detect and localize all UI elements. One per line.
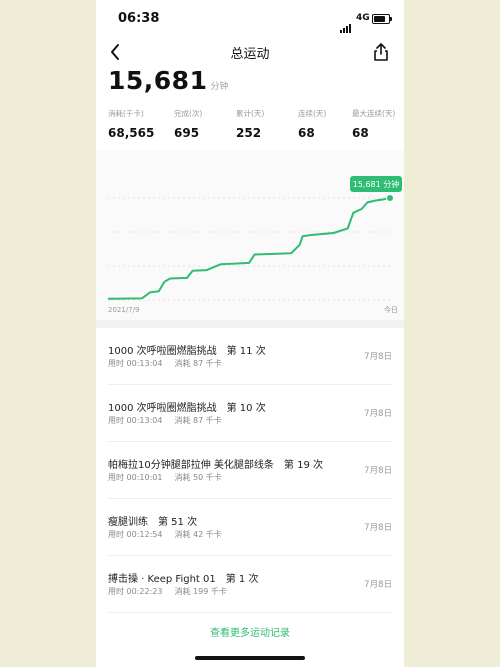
stat-label: 完成(次): [174, 109, 203, 118]
share-icon[interactable]: [370, 40, 392, 64]
phone-screen: 06:38 4G 总运动 15,681 分钟 消耗(千卡) 68,565 完成(次…: [96, 0, 404, 667]
record-duration: 用时 00:12:54: [108, 530, 163, 539]
stat-value: 252: [236, 126, 262, 140]
record-item[interactable]: 1000 次呼啦圈燃脂挑战 第 11 次 用时 00:13:04 消耗 87 千卡…: [108, 328, 392, 385]
stat-label: 消耗(千卡): [108, 109, 144, 118]
stat-label: 累计(天): [236, 109, 265, 118]
record-title: 帕梅拉10分钟腿部拉伸 美化腿部线条 第 19 次: [108, 460, 323, 471]
total-minutes: 15,681 分钟: [108, 66, 229, 95]
record-date: 7月8日: [364, 409, 392, 419]
stat-max-streak: 最大连续(天) 68: [352, 108, 395, 140]
home-indicator: [195, 656, 305, 660]
chart-svg: 15,681 分钟 2021/7/9 今日: [107, 176, 402, 314]
stat-label: 连续(天): [298, 109, 327, 118]
record-calories: 消耗 50 千卡: [174, 473, 222, 482]
record-calories: 消耗 42 千卡: [174, 530, 222, 539]
record-title: 1000 次呼啦圈燃脂挑战 第 10 次: [108, 403, 266, 414]
stat-label: 最大连续(天): [352, 109, 396, 118]
record-title: 搏击操 · Keep Fight 01 第 1 次: [108, 574, 259, 585]
stat-value: 695: [174, 126, 200, 140]
chart-end-point: [386, 194, 394, 202]
record-duration: 用时 00:13:04: [108, 416, 163, 425]
view-more-link[interactable]: 查看更多运动记录: [96, 624, 404, 639]
record-item[interactable]: 瘦腿训练 第 51 次 用时 00:12:54 消耗 42 千卡 7月8日: [108, 499, 392, 556]
status-time: 06:38: [118, 11, 160, 26]
record-title: 1000 次呼啦圈燃脂挑战 第 11 次: [108, 346, 266, 357]
record-calories: 消耗 87 千卡: [174, 416, 222, 425]
stats-row: 消耗(千卡) 68,565 完成(次) 695 累计(天) 252 连续(天) …: [108, 108, 398, 144]
stat-calories: 消耗(千卡) 68,565: [108, 108, 154, 140]
total-value: 15,681: [108, 66, 208, 95]
page-title: 总运动: [230, 47, 270, 62]
chart-tooltip: 15,681 分钟: [350, 176, 402, 192]
stat-streak: 连续(天) 68: [298, 108, 326, 140]
record-duration: 用时 00:13:04: [108, 359, 163, 368]
record-meta: 用时 00:12:54 消耗 42 千卡: [108, 529, 234, 540]
chart-x-label-start: 2021/7/9: [108, 306, 139, 314]
record-meta: 用时 00:13:04 消耗 87 千卡: [108, 415, 234, 426]
chart-tooltip-text: 15,681 分钟: [353, 179, 400, 189]
nav-bar: 总运动: [96, 38, 404, 66]
stat-value: 68: [352, 126, 369, 140]
record-meta: 用时 00:22:23 消耗 199 千卡: [108, 586, 239, 597]
signal-icon: [340, 14, 352, 33]
record-date: 7月8日: [364, 466, 392, 476]
status-bar: 06:38 4G: [96, 0, 404, 33]
chart-x-label-end: 今日: [384, 305, 398, 314]
record-item[interactable]: 帕梅拉10分钟腿部拉伸 美化腿部线条 第 19 次 用时 00:10:01 消耗 …: [108, 442, 392, 499]
record-duration: 用时 00:22:23: [108, 587, 163, 596]
record-duration: 用时 00:10:01: [108, 473, 163, 482]
chart-series-line: [107, 197, 391, 300]
total-unit: 分钟: [210, 82, 229, 92]
record-item[interactable]: 搏击操 · Keep Fight 01 第 1 次 用时 00:22:23 消耗 …: [108, 556, 392, 613]
record-calories: 消耗 87 千卡: [174, 359, 222, 368]
record-item[interactable]: 1000 次呼啦圈燃脂挑战 第 10 次 用时 00:13:04 消耗 87 千卡…: [108, 385, 392, 442]
stat-value: 68,565: [108, 126, 155, 140]
record-calories: 消耗 199 千卡: [174, 587, 227, 596]
record-title: 瘦腿训练 第 51 次: [108, 517, 198, 528]
minutes-chart: 15,681 分钟 2021/7/9 今日: [96, 150, 404, 320]
battery-icon: [372, 14, 392, 24]
record-meta: 用时 00:13:04 消耗 87 千卡: [108, 358, 234, 369]
stat-total-days: 累计(天) 252: [236, 108, 264, 140]
record-date: 7月8日: [364, 523, 392, 533]
stat-value: 68: [298, 126, 315, 140]
stat-completed: 完成(次) 695: [174, 108, 202, 140]
network-label: 4G: [356, 13, 370, 23]
record-date: 7月8日: [364, 580, 392, 590]
section-divider: [96, 320, 404, 328]
record-meta: 用时 00:10:01 消耗 50 千卡: [108, 472, 234, 483]
record-list: 1000 次呼啦圈燃脂挑战 第 11 次 用时 00:13:04 消耗 87 千卡…: [96, 328, 404, 613]
record-date: 7月8日: [364, 352, 392, 362]
